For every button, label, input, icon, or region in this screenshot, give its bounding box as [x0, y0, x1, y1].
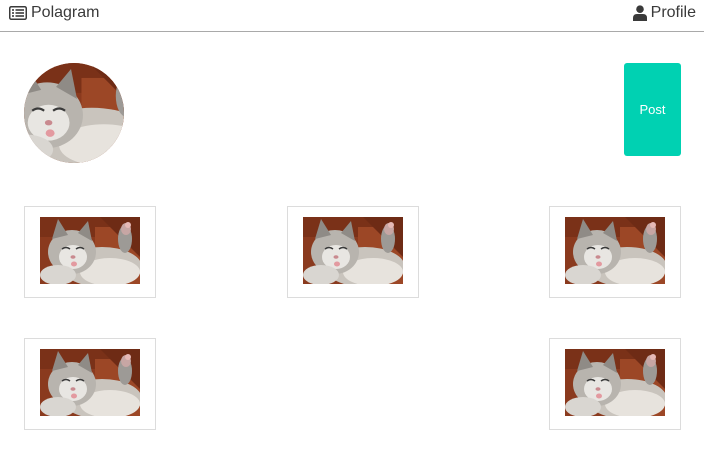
- profile-label: Profile: [650, 4, 696, 21]
- feed-item[interactable]: [549, 338, 681, 430]
- feed-item[interactable]: [24, 206, 156, 298]
- avatar[interactable]: [24, 63, 124, 163]
- profile-link[interactable]: Profile: [632, 4, 696, 22]
- kitten-photo: [40, 217, 140, 284]
- kitten-photo: [40, 349, 140, 416]
- feed-item[interactable]: [287, 206, 419, 298]
- brand-label: Polagram: [31, 4, 100, 21]
- kitten-photo: [303, 217, 403, 284]
- feed-item[interactable]: [24, 338, 156, 430]
- kitten-photo: [565, 349, 665, 416]
- list-icon: [9, 6, 27, 20]
- feed-item[interactable]: [549, 206, 681, 298]
- user-icon: [632, 5, 647, 21]
- brand-link[interactable]: Polagram: [9, 4, 99, 22]
- top-navbar: Polagram Profile: [0, 0, 704, 32]
- post-button[interactable]: Post: [624, 63, 681, 156]
- kitten-photo: [565, 217, 665, 284]
